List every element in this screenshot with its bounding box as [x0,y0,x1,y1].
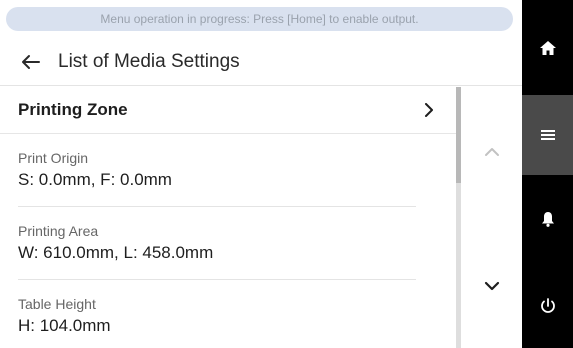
menu-button[interactable] [522,95,573,175]
table-height-label: Table Height [18,296,96,312]
back-button[interactable] [18,49,44,75]
scroll-down-button[interactable] [480,274,504,298]
list-item-table-height: Table Height H: 104.0mm [0,280,460,348]
chevron-down-icon [484,281,500,291]
power-icon [540,297,555,313]
home-icon [539,40,556,55]
notifications-button[interactable] [522,175,573,263]
chevron-right-icon [422,103,436,117]
printing-area-value: W: 610.0mm, L: 458.0mm [18,243,214,262]
bell-icon [541,212,554,227]
power-button[interactable] [522,263,573,348]
table-height-value: H: 104.0mm [18,316,111,335]
status-banner: Menu operation in progress: Press [Home]… [6,7,513,31]
scrollbar-thumb[interactable] [456,87,461,183]
menu-icon [540,130,555,140]
arrow-left-icon [22,54,40,69]
scroll-up-button[interactable] [480,140,504,164]
printing-zone-title: Printing Zone [18,100,128,119]
home-button[interactable] [522,0,573,95]
printing-area-label: Printing Area [18,223,99,239]
page-title: List of Media Settings [58,50,240,72]
right-nav [522,0,573,348]
print-origin-label: Print Origin [18,150,89,166]
print-origin-value: S: 0.0mm, F: 0.0mm [18,170,172,189]
screen: Menu operation in progress: Press [Home]… [0,0,573,348]
list-item-print-origin: Print Origin S: 0.0mm, F: 0.0mm [0,134,460,206]
printing-zone-row[interactable]: Printing Zone [0,87,460,134]
list-item-printing-area: Printing Area W: 610.0mm, L: 458.0mm [0,207,460,279]
header: List of Media Settings [0,38,522,86]
settings-list: Printing Zone Print Origin S: 0.0mm, F: … [0,87,460,348]
scrollbar[interactable] [456,87,461,348]
status-banner-text: Menu operation in progress: Press [Home]… [100,12,419,26]
scroll-buttons [462,87,522,348]
chevron-up-icon [485,148,499,156]
